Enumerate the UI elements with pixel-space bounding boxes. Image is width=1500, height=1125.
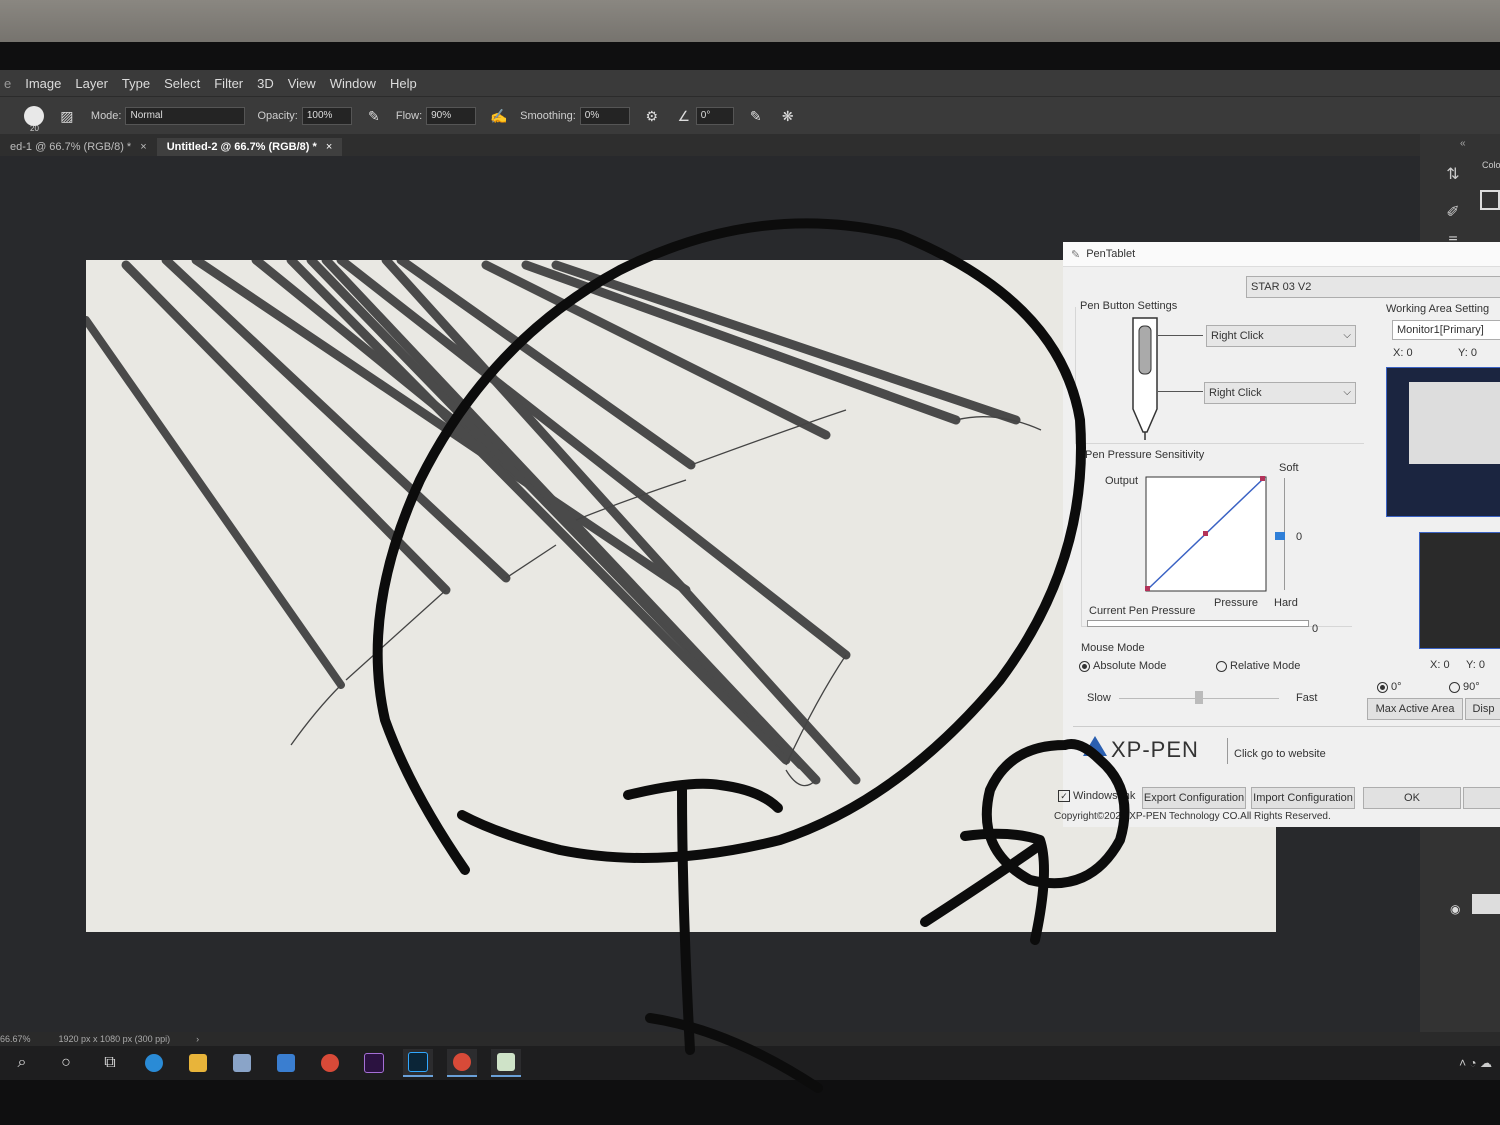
- ink-scribble-overlay: [372, 218, 1130, 1093]
